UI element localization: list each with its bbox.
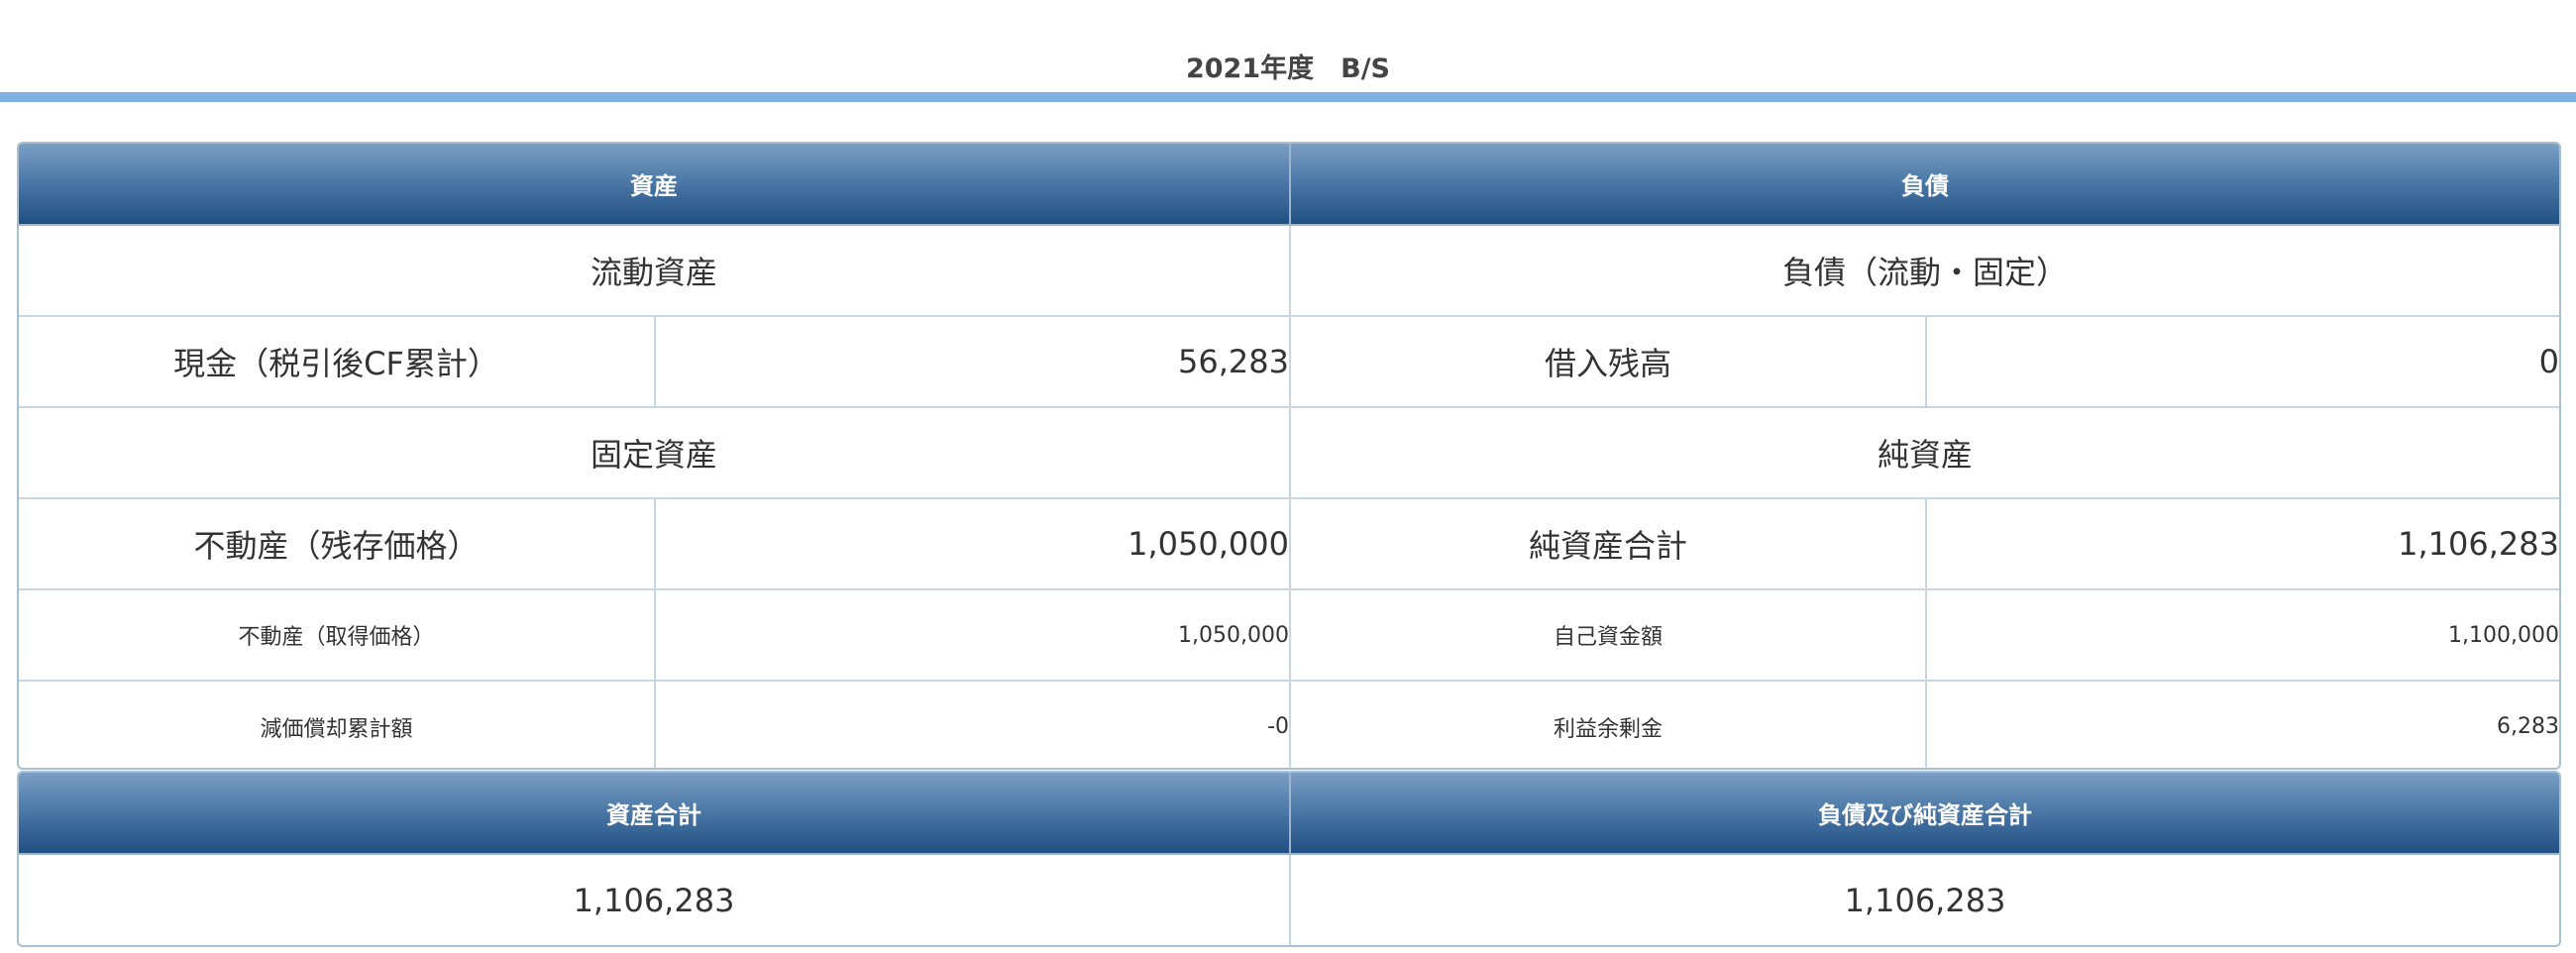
real-estate-residual-value: 1,050,000	[654, 497, 1291, 590]
loan-label: 借入残高	[1289, 315, 1927, 408]
liabilities-section: 負債（流動・固定）	[1289, 224, 2559, 317]
totals-table: 資産合計 負債及び純資産合計 1,106,283 1,106,283	[17, 771, 2561, 947]
current-assets-section: 流動資産	[19, 224, 1291, 317]
loan-value: 0	[1925, 315, 2559, 408]
assets-header: 資産	[19, 144, 1291, 226]
net-assets-section: 純資産	[1289, 406, 2559, 499]
retained-earnings-label: 利益余剰金	[1289, 680, 1927, 768]
retained-earnings-value: 6,283	[1925, 680, 2559, 768]
own-funds-label: 自己資金額	[1289, 588, 1927, 682]
assets-total-header: 資産合計	[19, 773, 1291, 855]
real-estate-acquisition-value: 1,050,000	[654, 588, 1291, 682]
net-assets-total-value: 1,106,283	[1925, 497, 2559, 590]
depreciation-value: -0	[654, 680, 1291, 768]
liabilities-equity-total-header: 負債及び純資産合計	[1289, 773, 2559, 855]
balance-sheet-table: 資産 負債 流動資産 負債（流動・固定） 現金（税引後CF累計） 56,283 …	[17, 142, 2561, 770]
cash-value: 56,283	[654, 315, 1291, 408]
title-divider	[0, 92, 2576, 102]
own-funds-value: 1,100,000	[1925, 588, 2559, 682]
fixed-assets-section: 固定資産	[19, 406, 1291, 499]
page-title: 2021年度 B/S	[1185, 53, 1391, 84]
cash-label: 現金（税引後CF累計）	[19, 315, 656, 408]
real-estate-acquisition-label: 不動産（取得価格）	[19, 588, 656, 682]
real-estate-residual-label: 不動産（残存価格）	[19, 497, 656, 590]
depreciation-label: 減価償却累計額	[19, 680, 656, 768]
liabilities-equity-total-value: 1,106,283	[1289, 853, 2559, 945]
assets-total-value: 1,106,283	[19, 853, 1291, 945]
liabilities-header: 負債	[1289, 144, 2559, 226]
net-assets-total-label: 純資産合計	[1289, 497, 1927, 590]
